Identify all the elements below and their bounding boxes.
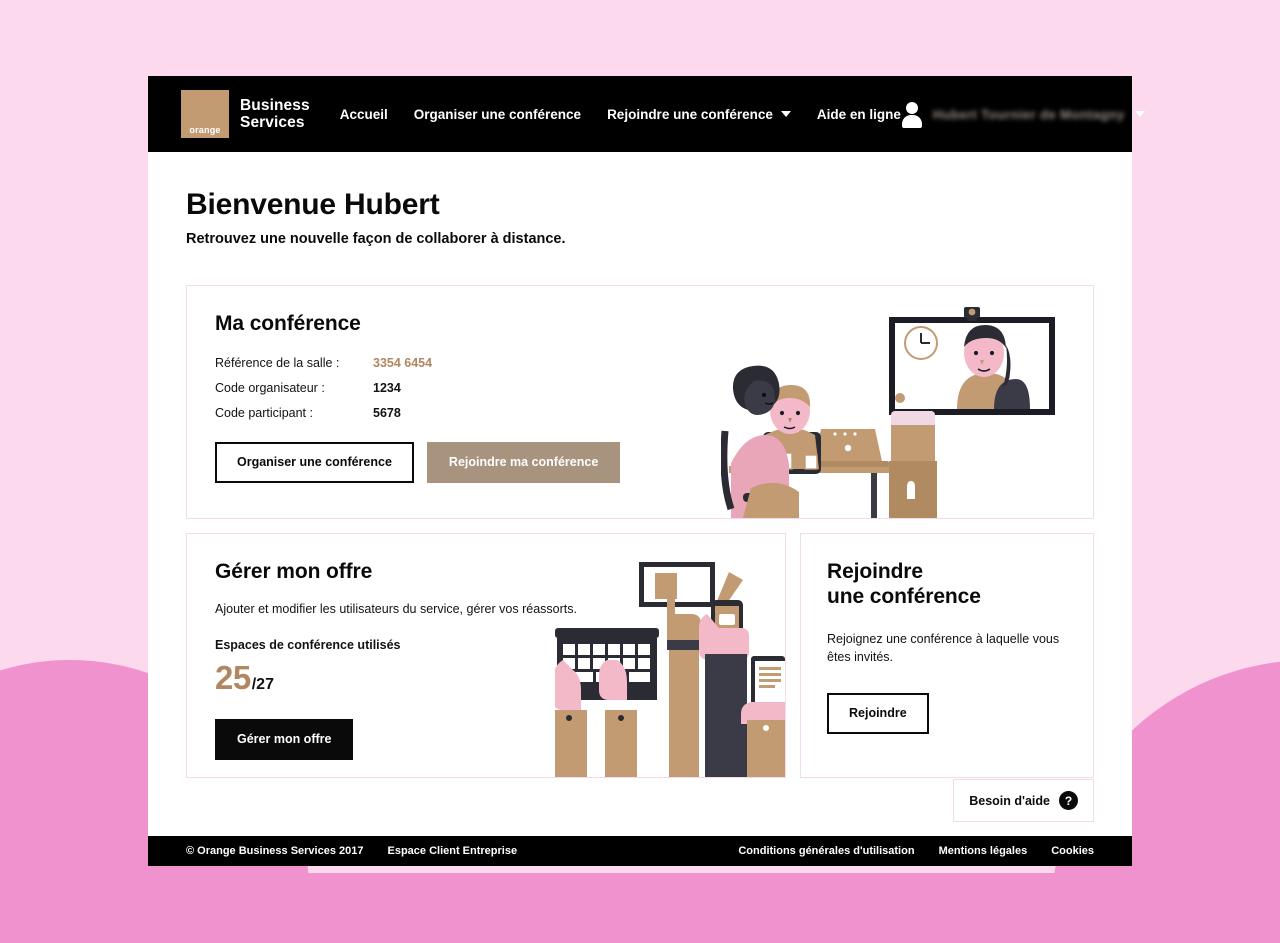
info-row-participant-code: Code participant : 5678 <box>215 406 1065 420</box>
participant-code-label: Code participant : <box>215 406 313 420</box>
account-name-label: Hubert Tournier de Montagny <box>932 106 1125 122</box>
spaces-total-value: /27 <box>251 676 274 693</box>
nav-item-rejoindre-une-conference[interactable]: Rejoindre une conférence <box>607 107 791 122</box>
brand-logo[interactable]: orange Business Services <box>181 90 310 138</box>
brand-name: Business Services <box>240 97 310 132</box>
conference-spaces-label: Espaces de conférence utilisés <box>215 638 401 652</box>
join-conference-description: Rejoignez une conférence à laquelle vous… <box>827 631 1060 665</box>
nav-item-rejoindre-label: Rejoindre une conférence <box>607 106 773 122</box>
conference-actions: Organiser une conférence Rejoindre ma co… <box>215 442 1065 483</box>
manage-offer-action: Gérer mon offre <box>215 719 757 760</box>
account-chevron-down-icon <box>1134 111 1145 117</box>
join-button[interactable]: Rejoindre <box>827 693 929 734</box>
brand-name-line1: Business <box>240 96 310 114</box>
conference-info-list: Référence de la salle : 3354 6454 Code o… <box>215 356 1065 420</box>
chevron-down-icon <box>780 111 791 117</box>
info-row-organizer-code: Code organisateur : 1234 <box>215 381 1065 395</box>
manage-offer-title: Gérer mon offre <box>215 560 373 583</box>
nav-item-accueil[interactable]: Accueil <box>340 107 388 122</box>
manage-offer-card: Gérer mon offre Ajouter et modifier les … <box>186 533 786 778</box>
footer-link-espace-client[interactable]: Espace Client Entreprise <box>387 845 517 857</box>
manage-offer-button[interactable]: Gérer mon offre <box>215 719 354 760</box>
background-band <box>0 873 1280 943</box>
room-reference-value: 3354 6454 <box>373 356 433 370</box>
my-conference-title: Ma conférence <box>215 312 361 335</box>
organize-conference-button[interactable]: Organiser une conférence <box>215 442 414 483</box>
page-subtitle: Retrouvez une nouvelle façon de collabor… <box>186 231 566 247</box>
organizer-code-label: Code organisateur : <box>215 381 325 395</box>
organizer-code-value: 1234 <box>373 381 401 395</box>
nav-item-aide-label: Aide en ligne <box>816 106 901 122</box>
my-conference-card: Ma conférence Référence de la salle : 33… <box>186 285 1094 519</box>
join-conference-action: Rejoindre <box>827 693 1067 734</box>
nav-item-aide-en-ligne[interactable]: Aide en ligne <box>817 107 901 122</box>
need-help-label: Besoin d'aide <box>969 793 1050 808</box>
footer-link-mentions-legales[interactable]: Mentions légales <box>939 845 1028 857</box>
nav-item-organiser-une-conference[interactable]: Organiser une conférence <box>414 107 581 122</box>
spaces-used-value: 25 <box>215 659 251 696</box>
footer-links: Conditions générales d'utilisation Menti… <box>738 845 1094 857</box>
conference-spaces-counter: 25 /27 <box>215 659 757 697</box>
join-title-line2: une conférence <box>827 584 981 608</box>
room-reference-label: Référence de la salle : <box>215 356 340 370</box>
top-navigation-bar: orange Business Services Accueil Organis… <box>148 76 1145 152</box>
need-help-button[interactable]: Besoin d'aide ? <box>953 779 1094 822</box>
question-mark-icon: ? <box>1059 791 1078 810</box>
nav-item-accueil-label: Accueil <box>339 106 388 122</box>
footer-link-cookies[interactable]: Cookies <box>1051 845 1094 857</box>
manage-offer-description: Ajouter et modifier les utilisateurs du … <box>215 602 577 616</box>
account-menu[interactable]: Hubert Tournier de Montagny <box>901 101 1145 128</box>
join-conference-card: Rejoindre une conférence Rejoignez une c… <box>800 533 1094 778</box>
footer-copyright: © Orange Business Services 2017 <box>186 845 364 857</box>
join-conference-title: Rejoindre une conférence <box>827 560 1067 610</box>
join-title-line1: Rejoindre <box>827 560 923 583</box>
page-title: Bienvenue Hubert <box>186 188 440 221</box>
user-avatar-icon <box>901 101 923 128</box>
orange-logo-text: orange <box>189 125 221 135</box>
orange-logo-icon: orange <box>181 90 229 138</box>
info-row-room-reference: Référence de la salle : 3354 6454 <box>215 356 1065 370</box>
participant-code-value: 5678 <box>373 406 401 420</box>
page-footer: © Orange Business Services 2017 Espace C… <box>148 836 1132 866</box>
lower-cards-row: Gérer mon offre Ajouter et modifier les … <box>186 533 1094 778</box>
main-navigation: Accueil Organiser une conférence Rejoind… <box>340 107 901 122</box>
page-content: Bienvenue Hubert Retrouvez une nouvelle … <box>148 152 1132 836</box>
brand-name-line2: Services <box>240 114 305 131</box>
nav-item-organiser-label: Organiser une conférence <box>413 106 582 122</box>
footer-link-conditions-generales[interactable]: Conditions générales d'utilisation <box>738 845 914 857</box>
join-my-conference-button[interactable]: Rejoindre ma conférence <box>426 442 621 483</box>
app-window: orange Business Services Accueil Organis… <box>148 76 1145 866</box>
